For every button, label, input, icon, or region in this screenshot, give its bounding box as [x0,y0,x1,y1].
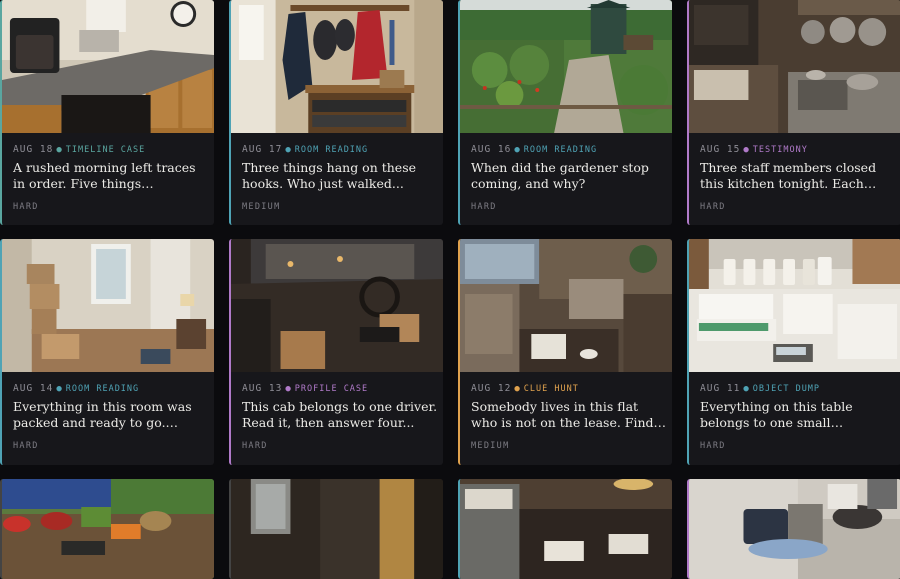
case-thumbnail-bed-bag [689,479,900,579]
case-meta: AUG 18 ● TIMELINE CASE [13,144,145,155]
case-type: ROOM READING [294,145,369,155]
case-card[interactable] [458,479,672,579]
case-title: Everything in this room was packed and r… [13,399,192,430]
case-meta: AUG 13 ● PROFILE CASE [242,383,368,394]
case-card[interactable]: AUG 11 ● OBJECT DUMP Everything on this ta… [687,239,900,465]
case-title: Somebody lives in this flat who is not o… [471,399,654,430]
case-title: When did the gardener stop coming, and w… [471,160,649,191]
case-card[interactable] [229,479,443,579]
case-date: AUG 11 [700,383,741,394]
case-title: Everything on this table belongs to one … [700,399,853,430]
case-thumbnail-kitchen [2,0,214,133]
case-date: AUG 16 [471,144,512,155]
case-card[interactable]: AUG 12 ● CLUE HUNT Somebody lives in this … [458,239,672,465]
case-difficulty: MEDIUM [242,202,281,212]
case-meta: AUG 16 ● ROOM READING [471,144,597,155]
case-difficulty: HARD [242,441,268,451]
dot-icon: ● [56,384,63,394]
case-card[interactable] [687,479,900,579]
case-card[interactable]: AUG 17 ● ROOM READING Three things hang on… [229,0,443,225]
dot-icon: ● [285,384,292,394]
case-card[interactable]: AUG 18 ● TIMELINE CASE A rushed morning le… [0,0,214,225]
dot-icon: ● [743,145,750,155]
case-difficulty: MEDIUM [471,441,510,451]
case-meta: AUG 15 ● TESTIMONY [700,144,808,155]
case-thumbnail-study [460,479,672,579]
case-title: This cab belongs to one driver. Read it,… [242,399,438,430]
case-type: TESTIMONY [752,145,808,155]
case-meta: AUG 12 ● CLUE HUNT [471,383,579,394]
case-title: Three things hang on these hooks. Who ju… [242,160,417,191]
case-date: AUG 14 [13,383,54,394]
case-date: AUG 15 [700,144,741,155]
case-card[interactable]: AUG 16 ● ROOM READING When did the gardene… [458,0,672,225]
case-difficulty: HARD [13,441,39,451]
case-type: ROOM READING [65,384,140,394]
case-thumbnail-restaurant-kitchen [689,0,900,133]
case-type: PROFILE CASE [294,384,369,394]
case-difficulty: HARD [13,202,39,212]
case-difficulty: HARD [471,202,497,212]
case-type: OBJECT DUMP [752,384,821,394]
dot-icon: ● [56,145,63,155]
case-date: AUG 12 [471,383,512,394]
case-date: AUG 17 [242,144,283,155]
case-thumbnail-hallway [231,0,443,133]
case-card[interactable]: AUG 15 ● TESTIMONY Three staff members clo… [687,0,900,225]
dot-icon: ● [514,384,521,394]
case-meta: AUG 11 ● OBJECT DUMP [700,383,820,394]
case-thumbnail-market [2,479,214,579]
dot-icon: ● [285,145,292,155]
case-thumbnail-garden [460,0,672,133]
case-card[interactable] [0,479,214,579]
case-type: CLUE HUNT [523,384,579,394]
case-meta: AUG 17 ● ROOM READING [242,144,368,155]
case-thumbnail-moving-room [2,239,214,372]
case-card[interactable]: AUG 13 ● PROFILE CASE This cab belongs to … [229,239,443,465]
case-date: AUG 18 [13,144,54,155]
case-date: AUG 13 [242,383,283,394]
dot-icon: ● [514,145,521,155]
case-meta: AUG 14 ● ROOM READING [13,383,139,394]
case-type: ROOM READING [523,145,598,155]
case-thumbnail-flat [460,239,672,372]
case-grid: AUG 18 ● TIMELINE CASE A rushed morning le… [0,0,900,579]
case-thumbnail-table [689,239,900,372]
case-difficulty: HARD [700,441,726,451]
case-card[interactable]: AUG 14 ● ROOM READING Everything in this r… [0,239,214,465]
case-difficulty: HARD [700,202,726,212]
case-thumbnail-cab [231,239,443,372]
dot-icon: ● [743,384,750,394]
case-thumbnail-dark-room [231,479,443,579]
case-title: A rushed morning left traces in order. F… [13,160,196,191]
case-title: Three staff members closed this kitchen … [700,160,877,191]
case-type: TIMELINE CASE [65,145,146,155]
